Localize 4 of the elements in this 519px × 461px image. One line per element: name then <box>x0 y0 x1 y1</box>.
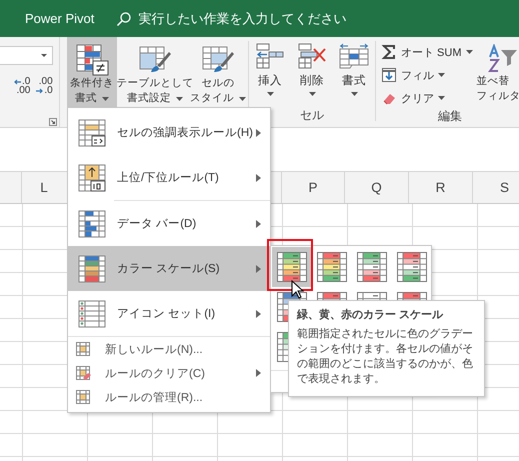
group-label: 編集 <box>438 108 462 125</box>
tooltip-text: 範囲指定されたセルに色のグラデーションを付けます。各セルの値がその範囲のどこに該当するのかが、色で表現されます。 <box>297 327 474 387</box>
tooltip-title: 緑、黄、赤のカラー スケール <box>297 308 444 322</box>
group-label: セル <box>300 107 324 124</box>
